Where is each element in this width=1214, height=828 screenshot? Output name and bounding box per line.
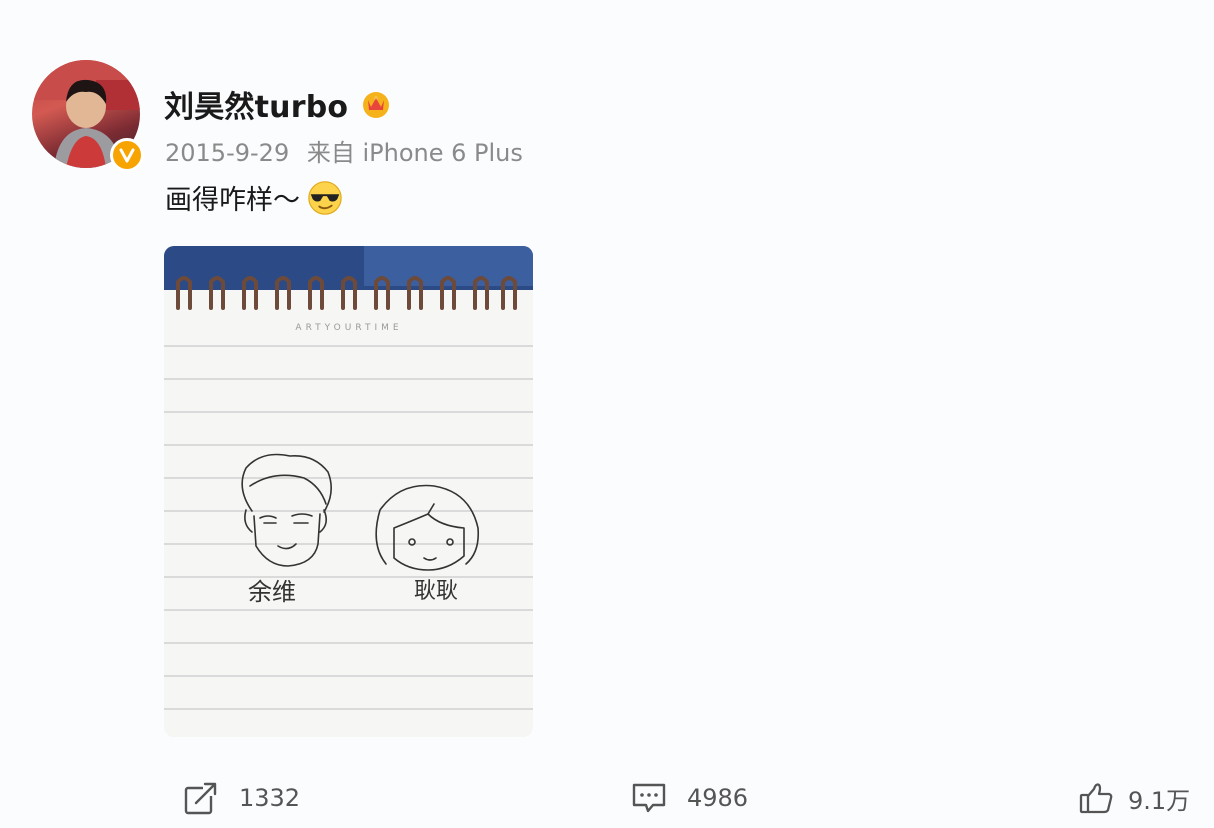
post-source: 来自 iPhone 6 Plus — [306, 139, 523, 167]
comment-button[interactable]: 4986 — [631, 780, 748, 816]
post-image[interactable]: ARTYOURTIME 余维 耿耿 — [164, 246, 533, 737]
post-text: 画得咋样～ — [165, 185, 300, 216]
post-actions: 1332 4986 9.1万 — [0, 780, 1214, 820]
post-meta: 2015-9-29 来自 iPhone 6 Plus — [165, 133, 523, 168]
like-button[interactable]: 9.1万 — [1078, 780, 1190, 816]
like-count: 9.1万 — [1128, 786, 1191, 815]
avatar[interactable] — [32, 60, 144, 172]
repost-count: 1332 — [239, 784, 301, 812]
post-text-row: 画得咋样～ — [165, 178, 344, 217]
verified-v-badge — [110, 138, 144, 172]
right-caption: 耿耿 — [414, 579, 458, 604]
comment-count: 4986 — [687, 784, 749, 812]
notebook-brand: ARTYOURTIME — [295, 323, 402, 333]
user-header: 刘昊然turbo — [164, 82, 392, 126]
post-timestamp[interactable]: 2015-9-29 — [165, 139, 289, 167]
username[interactable]: 刘昊然turbo — [164, 82, 348, 126]
thumbs-up-icon — [1079, 783, 1113, 814]
comment-icon — [632, 783, 666, 813]
sunglasses-emoji-icon — [308, 180, 342, 215]
crown-icon[interactable] — [360, 88, 392, 120]
left-caption: 余维 — [248, 578, 296, 606]
repost-icon — [184, 782, 217, 815]
repost-button[interactable]: 1332 — [183, 780, 300, 816]
